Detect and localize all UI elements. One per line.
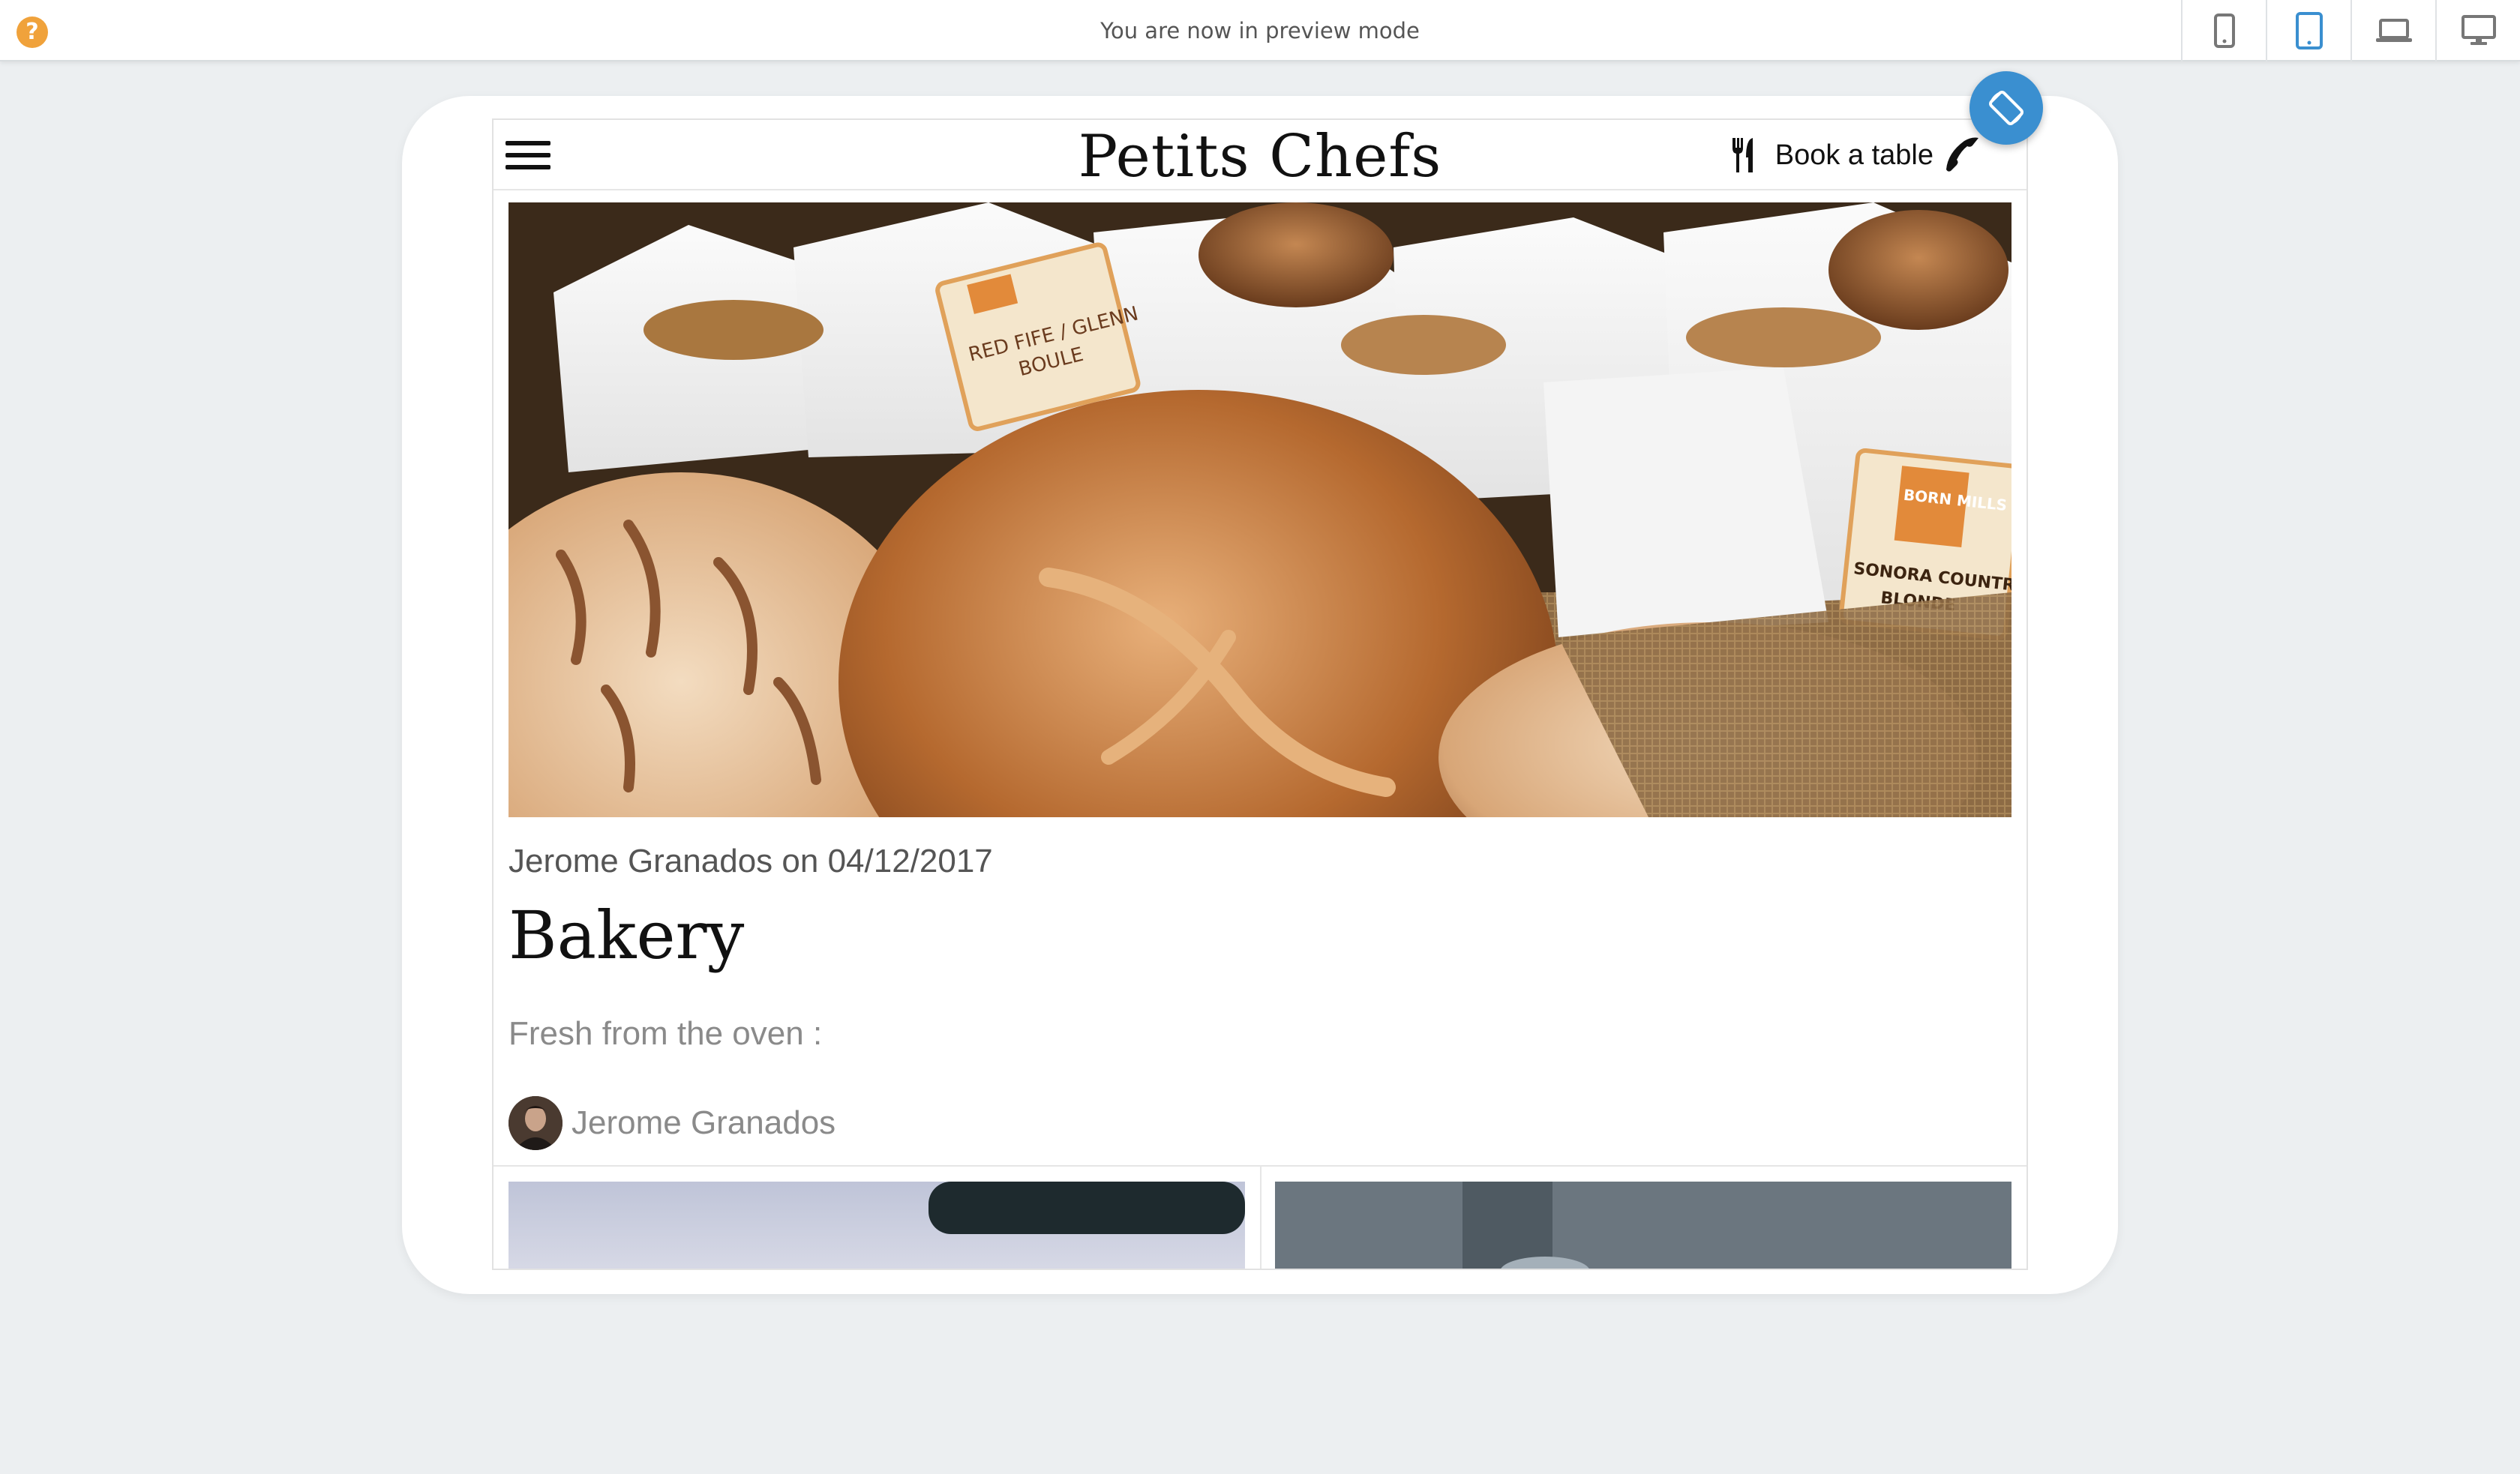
device-switcher (2181, 0, 2520, 61)
post-thumbnail-2[interactable] (1275, 1182, 2012, 1269)
device-tablet-button[interactable] (2266, 0, 2350, 61)
post-cover-image[interactable]: RED FIFE / GLENN BOULE BORN MILLS SONORA… (508, 202, 2012, 817)
post-thumbnail-1[interactable] (508, 1182, 1245, 1269)
post-author[interactable]: Jerome Granados (508, 1096, 836, 1150)
bread-basket-illustration: RED FIFE / GLENN BOULE BORN MILLS SONORA… (508, 202, 2012, 817)
device-laptop-button[interactable] (2350, 0, 2435, 61)
rotate-device-button[interactable] (1970, 71, 2043, 145)
phone-icon[interactable] (1942, 133, 1984, 175)
post-title[interactable]: Bakery (508, 897, 744, 974)
preview-toolbar: ? You are now in preview mode (0, 0, 2520, 61)
author-name: Jerome Granados (572, 1104, 836, 1141)
phone-device-icon (2213, 13, 2235, 48)
tablet-device-icon (2295, 12, 2323, 49)
preview-mode-message: You are now in preview mode (1100, 18, 1420, 43)
book-a-table-link[interactable]: Book a table (1730, 135, 1934, 175)
column-divider (1260, 1167, 1262, 1269)
device-mobile-button[interactable] (2181, 0, 2266, 61)
post-meta: Jerome Granados on 04/12/2017 (508, 843, 993, 879)
author-avatar (508, 1096, 562, 1150)
book-a-table-label: Book a table (1774, 139, 1934, 171)
rotate-icon (1989, 91, 2024, 125)
fork-knife-icon (1732, 138, 1753, 172)
desktop-device-icon (2461, 15, 2496, 45)
laptop-device-icon (2375, 19, 2412, 42)
post-excerpt: Fresh from the oven : (508, 1015, 823, 1052)
site-preview-screen: Petits Chefs Book a table RED FIFE / GLE… (492, 118, 2028, 1270)
site-header: Petits Chefs Book a table (494, 120, 2026, 190)
device-desktop-button[interactable] (2435, 0, 2520, 61)
